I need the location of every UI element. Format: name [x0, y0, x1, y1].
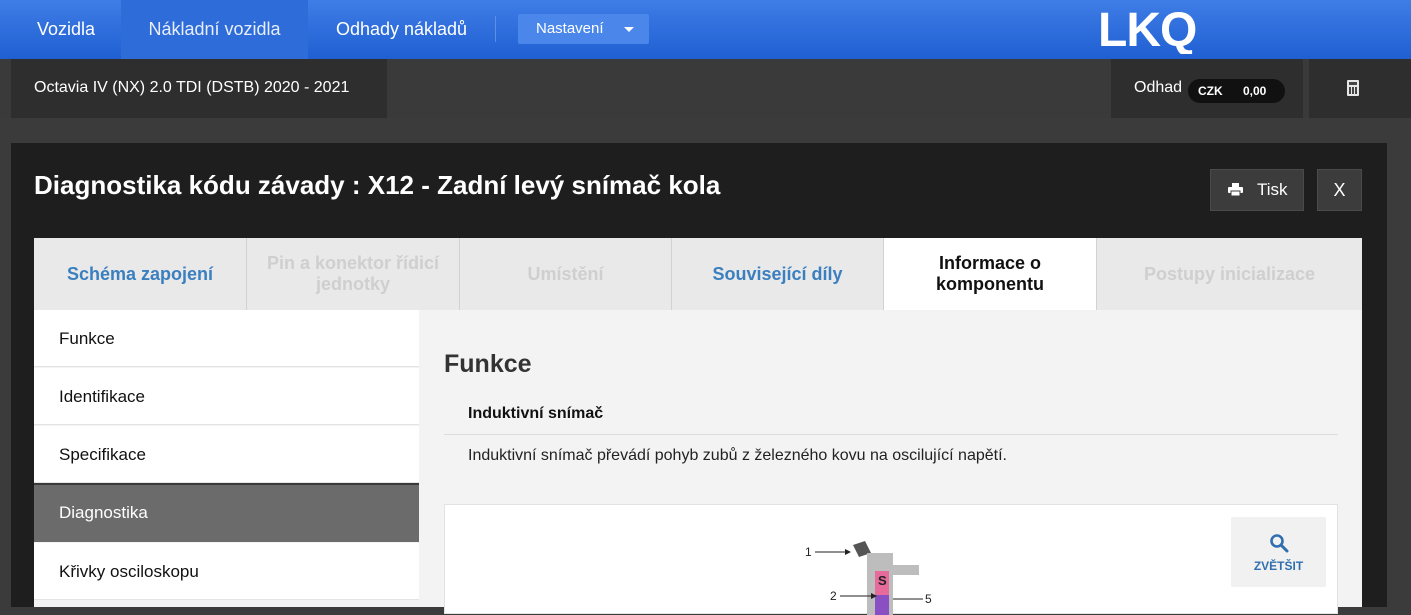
lkq-logo[interactable]: LKQ	[1098, 4, 1258, 54]
estimate-total-badge: CZK 0,00	[1188, 79, 1285, 103]
vehicle-bar: Octavia IV (NX) 2.0 TDI (DSTB) 2020 - 20…	[0, 59, 1411, 118]
estimate-label: Odhad	[1134, 79, 1183, 96]
tab-pin-a-konektor: Pin a konektor řídicí jednotky	[247, 238, 460, 310]
tab-label: Schéma zapojení	[66, 263, 214, 284]
zoom-button[interactable]: ZVĚTŠIT	[1231, 517, 1326, 587]
diagram-label-1: 1	[805, 545, 812, 559]
sidebar-item-funkce[interactable]: Funkce	[34, 310, 419, 367]
tab-informace-o-komponentu[interactable]: Informace o komponentu	[884, 238, 1097, 310]
diagram-panel: 1 S 2 5 ZVĚTŠIT	[444, 504, 1338, 615]
tab-label: Související díly	[712, 263, 843, 284]
tab-souvisejici-dily[interactable]: Související díly	[672, 238, 884, 310]
print-label: Tisk	[1257, 180, 1288, 199]
diagram-label-s: S	[878, 573, 887, 588]
section-subheading: Induktivní snímač	[468, 405, 604, 422]
logo-text: LKQ	[1098, 4, 1196, 54]
nav-odhady-nakladu[interactable]: Odhady nákladů	[308, 0, 495, 59]
nav-divider	[495, 16, 496, 42]
diagram-label-2: 2	[830, 589, 837, 603]
zoom-label: ZVĚTŠIT	[1253, 559, 1304, 573]
vehicle-cell: Octavia IV (NX) 2.0 TDI (DSTB) 2020 - 20…	[11, 59, 387, 118]
tab-label: Pin a konektor řídicí jednotky	[266, 253, 440, 294]
magnifier-icon	[1270, 534, 1289, 553]
close-button[interactable]: X	[1317, 169, 1362, 211]
tab-bar: Schéma zapojení Pin a konektor řídicí je…	[34, 238, 1362, 310]
calculator-button[interactable]	[1309, 59, 1411, 118]
sensor-diagram: 1 S 2 5	[805, 541, 932, 615]
printer-icon	[1228, 183, 1243, 196]
chevron-down-icon	[624, 27, 634, 32]
dialog-title: Diagnostika kódu závady : X12 - Zadní le…	[34, 170, 721, 200]
calculator-icon	[1347, 80, 1359, 96]
diagram-label-5: 5	[925, 592, 932, 606]
divider	[444, 434, 1338, 435]
tab-schema-zapojeni[interactable]: Schéma zapojení	[34, 238, 247, 310]
tab-content: Funkce Identifikace Specifikace Diagnost…	[34, 310, 1362, 615]
tab-postupy-inicializace: Postupy inicializace	[1097, 238, 1362, 310]
fault-code-dialog: Diagnostika kódu závady : X12 - Zadní le…	[11, 143, 1387, 615]
tab-label: Umístění	[527, 263, 604, 284]
estimate-currency: CZK	[1198, 84, 1223, 98]
tab-label: Informace o komponentu	[936, 253, 1044, 294]
estimate-value: 0,00	[1243, 84, 1267, 98]
vehicle-title: Octavia IV (NX) 2.0 TDI (DSTB) 2020 - 20…	[34, 79, 350, 96]
sidebar-item-identifikace[interactable]: Identifikace	[34, 368, 419, 425]
estimate-cell[interactable]: Odhad CZK 0,00	[1111, 59, 1303, 118]
sidebar-item-diagnostika[interactable]: Diagnostika	[34, 483, 419, 542]
section-title: Funkce	[444, 350, 532, 378]
print-button[interactable]: Tisk	[1210, 169, 1304, 211]
nav-nakladni-vozidla[interactable]: Nákladní vozidla	[121, 0, 308, 59]
sidebar-item-krivky-osciloskopu[interactable]: Křivky osciloskopu	[34, 543, 419, 600]
sidebar-item-specifikace[interactable]: Specifikace	[34, 426, 419, 483]
top-nav-bar: Vozidla Nákladní vozidla Odhady nákladů …	[0, 0, 1411, 59]
section-description: Induktivní snímač převádí pohyb zubů z ž…	[468, 447, 1007, 464]
nav-vozidla[interactable]: Vozidla	[11, 0, 121, 59]
settings-dropdown[interactable]: Nastavení	[518, 14, 649, 44]
tab-label: Postupy inicializace	[1143, 263, 1316, 284]
settings-label: Nastavení	[536, 20, 604, 37]
tab-umisteni: Umístění	[460, 238, 672, 310]
